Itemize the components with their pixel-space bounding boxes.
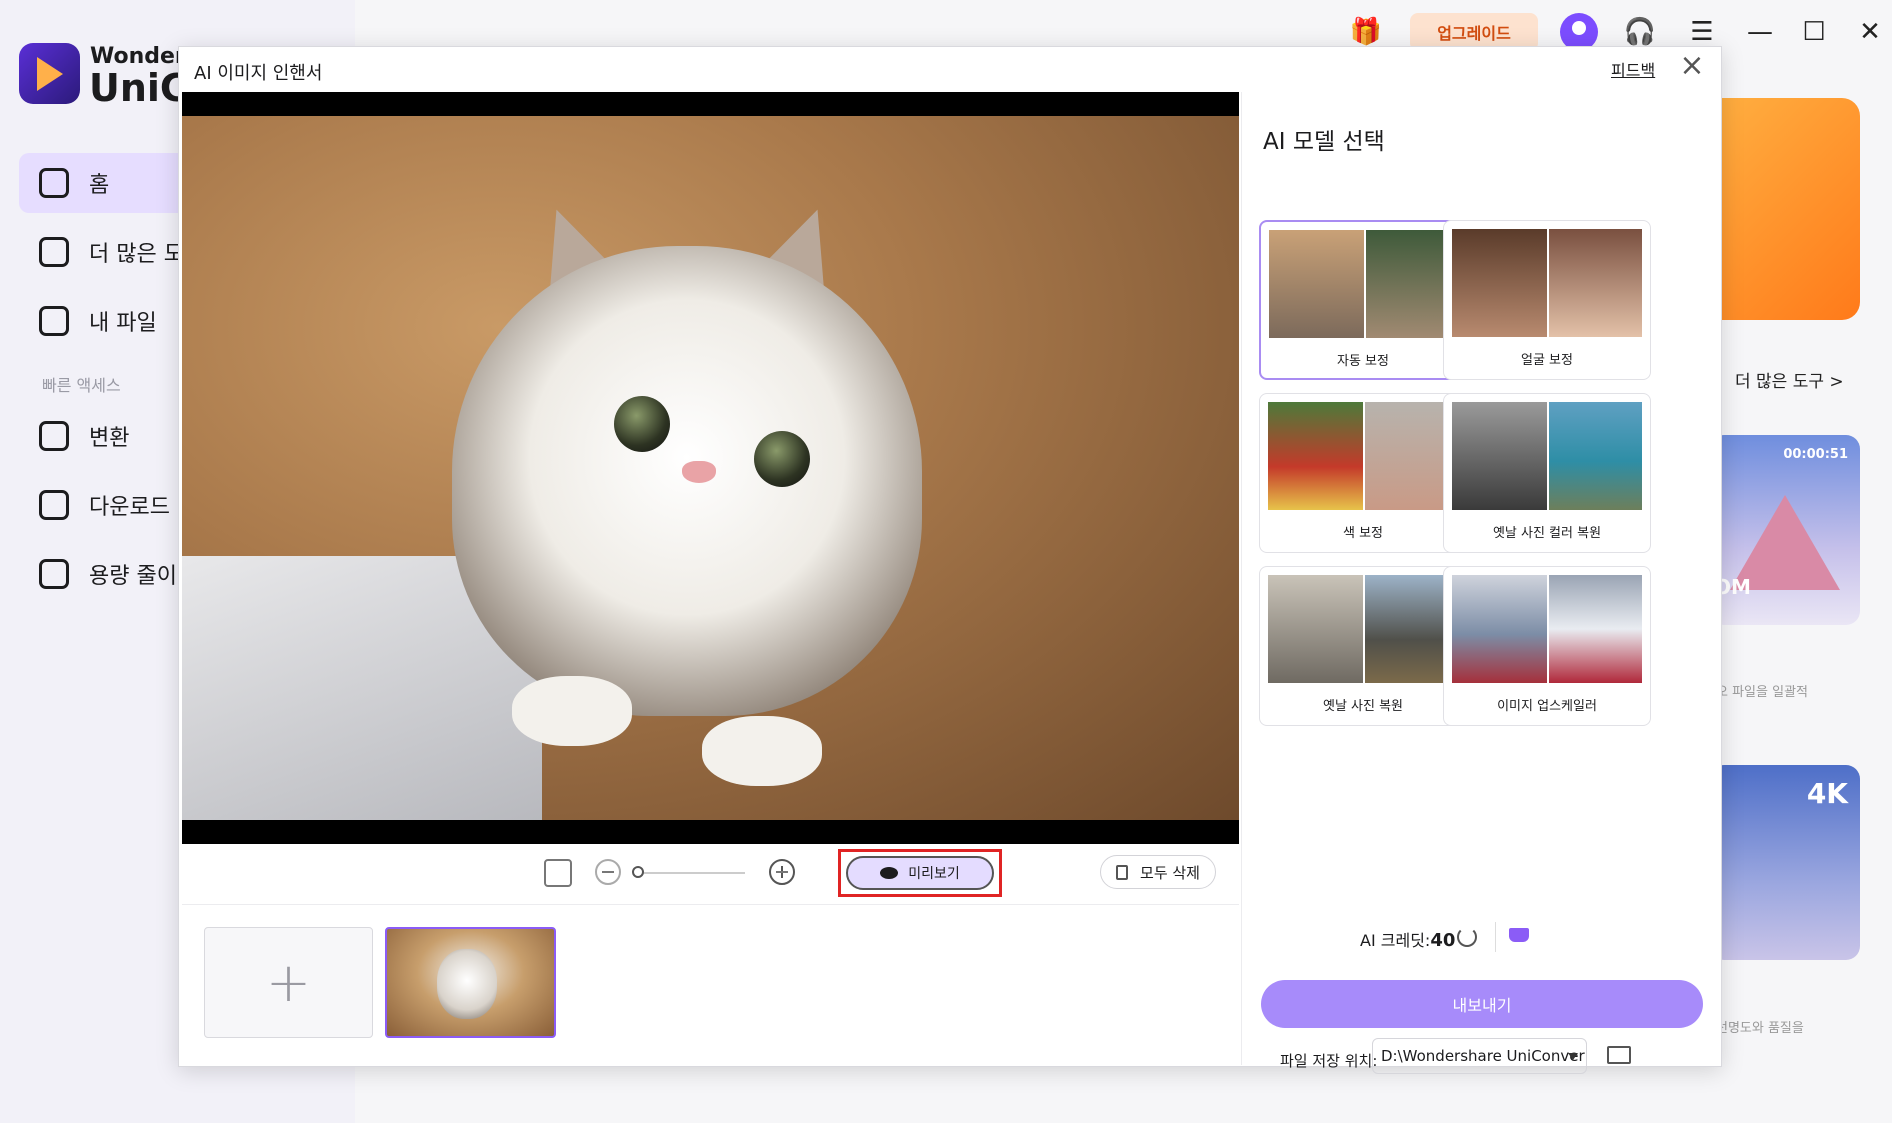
ai-credit: AI 크레딧:40 (1360, 927, 1455, 951)
refresh-icon[interactable] (1457, 927, 1477, 947)
sidebar-item-label: 용량 줄이 (89, 564, 177, 589)
model-preview-image (1269, 230, 1459, 338)
tool-card-caption: 오 파일을 일괄적 (1716, 685, 1808, 700)
cat-photo (182, 116, 1239, 820)
model-label: 색 보정 (1342, 526, 1383, 541)
eye-icon (880, 867, 899, 879)
close-icon[interactable]: × (1677, 51, 1707, 81)
fit-screen-icon[interactable] (544, 859, 572, 887)
maximize-icon[interactable]: ☐ (1796, 14, 1832, 50)
zoom-slider[interactable] (635, 872, 745, 874)
model-preview-image (1452, 229, 1642, 337)
sidebar-item-label: 변환 (89, 426, 130, 451)
cat-eye-right (754, 431, 810, 487)
promo-card[interactable] (1700, 98, 1860, 320)
folder-icon[interactable] (1607, 1046, 1631, 1064)
model-auto-enhance[interactable]: 자동 보정 (1259, 220, 1467, 380)
thumbnail-cat (437, 949, 497, 1019)
model-preview-image (1452, 575, 1642, 683)
model-label: 자동 보정 (1337, 354, 1389, 369)
tool-card-video[interactable]: 00:00:51 OM (1710, 435, 1860, 625)
credit-label: AI 크레딧: (1360, 931, 1431, 950)
home-icon (39, 168, 69, 198)
cart-icon[interactable] (1509, 928, 1529, 942)
model-face-enhance[interactable]: 얼굴 보정 (1443, 220, 1651, 380)
model-preview-image (1452, 402, 1642, 510)
ai-model-panel: AI 모델 선택 자동 보정 얼굴 보정 색 보정 옛날 사진 컬러 복원 옛날… (1241, 92, 1721, 1074)
add-image-button[interactable]: + (204, 927, 373, 1038)
model-label: 이미지 업스케일러 (1497, 699, 1597, 714)
model-preview-image (1268, 575, 1458, 683)
sidebar-item-label: 내 파일 (89, 311, 157, 336)
preview-highlight: 미리보기 (838, 849, 1002, 897)
save-location-label: 파일 저장 위치: (1280, 1052, 1378, 1070)
save-location-select[interactable]: D:\Wondershare UniConver (1372, 1038, 1587, 1074)
4k-badge: 4K (1806, 777, 1848, 810)
file-icon (39, 306, 69, 336)
quick-access-heading: 빠른 액세스 (42, 376, 121, 395)
preview-button[interactable]: 미리보기 (846, 856, 994, 890)
image-preview[interactable] (182, 92, 1239, 844)
cat-eye-left (614, 396, 670, 452)
model-color-enhance[interactable]: 색 보정 (1259, 393, 1467, 553)
panel-title: AI 모델 선택 (1263, 129, 1385, 155)
model-preview-image (1268, 402, 1458, 510)
clear-all-button[interactable]: 모두 삭제 (1100, 855, 1216, 889)
download-icon (39, 490, 69, 520)
divider (1495, 922, 1496, 952)
image-thumbnail[interactable] (385, 927, 556, 1038)
model-image-upscaler[interactable]: 이미지 업스케일러 (1443, 566, 1651, 726)
app-logo (19, 43, 80, 104)
menu-icon[interactable]: ☰ (1684, 14, 1720, 50)
model-label: 얼굴 보정 (1521, 353, 1573, 368)
model-label: 옛날 사진 컬러 복원 (1492, 526, 1602, 541)
feedback-link[interactable]: 피드백 (1611, 57, 1655, 81)
cat-paw-right (702, 716, 822, 786)
export-button[interactable]: 내보내기 (1261, 980, 1703, 1028)
sidebar-item-label: 다운로드 (89, 495, 170, 520)
brand-name-line2: UniC (89, 66, 188, 110)
clear-all-label: 모두 삭제 (1140, 863, 1200, 882)
model-old-photo-colorize[interactable]: 옛날 사진 컬러 복원 (1443, 393, 1651, 553)
zoom-out-icon[interactable] (595, 859, 621, 885)
video-duration: 00:00:51 (1783, 447, 1848, 462)
credit-value: 40 (1430, 930, 1456, 951)
convert-icon (39, 421, 69, 451)
preview-toolbar: 미리보기 모두 삭제 (182, 844, 1239, 905)
ai-image-enhancer-dialog: AI 이미지 인핸서 피드백 × 미리보기 모두 삭제 + AI 모델 선택 자… (178, 46, 1722, 1074)
headset-icon[interactable]: 🎧 (1622, 14, 1658, 50)
compress-icon (39, 559, 69, 589)
cat-paw-left (512, 676, 632, 746)
cat-nose (682, 461, 716, 483)
model-label: 옛날 사진 복원 (1322, 699, 1404, 714)
window-close-icon[interactable]: ✕ (1852, 14, 1888, 50)
zoom-in-icon[interactable] (769, 859, 795, 885)
minimize-icon[interactable]: — (1742, 14, 1778, 50)
chevron-down-icon (1568, 1053, 1578, 1060)
save-location-value: D:\Wondershare UniConver (1381, 1047, 1585, 1065)
zoom-slider-handle[interactable] (632, 866, 644, 878)
trash-icon (1116, 864, 1129, 880)
dialog-title: AI 이미지 인핸서 (194, 63, 323, 84)
toolbox-icon (39, 237, 69, 267)
tool-card-caption: 선명도와 품질을 (1716, 1021, 1804, 1036)
tool-card-upscale[interactable]: 4K (1710, 765, 1860, 960)
gift-icon[interactable]: 🎁 (1348, 14, 1384, 50)
more-tools-link[interactable]: 더 많은 도구 > (1735, 367, 1844, 392)
cat-body (452, 246, 922, 716)
preview-button-label: 미리보기 (908, 866, 960, 882)
model-old-photo-restore[interactable]: 옛날 사진 복원 (1259, 566, 1467, 726)
sidebar-item-label: 더 많은 도 (89, 242, 184, 267)
sidebar-item-label: 홈 (89, 173, 110, 198)
